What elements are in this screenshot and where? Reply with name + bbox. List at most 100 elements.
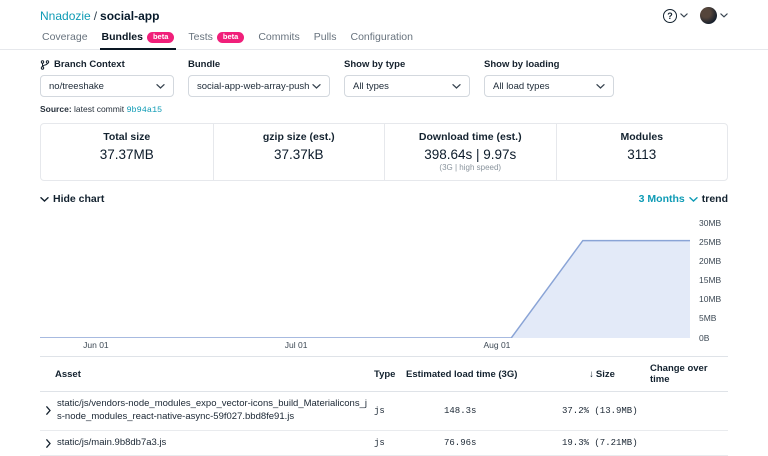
- table-header-row: Asset Type Estimated load time (3G) ↓ Si…: [40, 356, 728, 392]
- column-header-size[interactable]: ↓ Size: [554, 369, 650, 380]
- tab-label: Commits: [258, 31, 299, 43]
- hide-chart-toggle[interactable]: Hide chart: [40, 193, 104, 205]
- size-header-label: Size: [596, 369, 615, 380]
- expand-row-icon[interactable]: [46, 406, 51, 415]
- summary-total-size: Total size 37.37MB: [41, 124, 213, 180]
- summary-value: 37.37MB: [47, 147, 207, 162]
- breadcrumb-owner-link[interactable]: Nnadozie: [40, 9, 91, 23]
- summary-label: Download time (est.): [391, 131, 550, 143]
- bundle-group: Bundle social-app-web-array-push: [188, 59, 330, 97]
- show-by-type-label: Show by type: [344, 59, 470, 70]
- tab-tests[interactable]: Tests beta: [186, 29, 246, 50]
- breadcrumb-separator: /: [94, 9, 97, 23]
- user-menu-button[interactable]: [700, 7, 728, 24]
- size-cell: 37.2% (13.9MB): [554, 406, 650, 416]
- show-by-loading-group: Show by loading All load types: [484, 59, 614, 97]
- y-axis-tick-label: 10MB: [699, 295, 721, 304]
- tab-pulls[interactable]: Pulls: [312, 29, 339, 50]
- column-header-type[interactable]: Type: [370, 369, 406, 380]
- type-select-value: All types: [353, 81, 389, 92]
- chevron-down-icon: [312, 84, 321, 89]
- expand-row-icon[interactable]: [46, 439, 51, 448]
- asset-name: static/js/vendors-node_modules_expo_vect…: [57, 398, 370, 424]
- sort-desc-icon: ↓: [589, 369, 594, 380]
- tab-label: Bundles: [102, 31, 143, 43]
- bundle-select[interactable]: social-app-web-array-push: [188, 75, 330, 97]
- beta-badge: beta: [217, 32, 244, 43]
- type-cell: js: [370, 406, 406, 416]
- tab-coverage[interactable]: Coverage: [40, 29, 90, 50]
- chevron-down-icon: [596, 84, 605, 89]
- type-select[interactable]: All types: [344, 75, 470, 97]
- table-row: static/js/vendors-node_modules_expo_vect…: [40, 392, 728, 431]
- size-cell: 19.3% (7.21MB): [554, 438, 650, 448]
- summary-label: Modules: [563, 131, 722, 143]
- bundle-select-value: social-app-web-array-push: [197, 81, 309, 92]
- y-axis-tick-label: 30MB: [699, 219, 721, 228]
- branch-context-group: Branch Context no/treeshake: [40, 59, 174, 97]
- show-by-loading-label: Show by loading: [484, 59, 614, 70]
- chevron-down-icon: [680, 13, 688, 18]
- bundle-label: Bundle: [188, 59, 330, 70]
- y-axis: 0B5MB10MB15MB20MB25MB30MB: [690, 223, 728, 338]
- summary-value: 37.37kB: [220, 147, 379, 162]
- summary-gzip-size: gzip size (est.) 37.37kB: [213, 124, 385, 180]
- column-header-asset[interactable]: Asset: [40, 369, 370, 380]
- assets-table: Asset Type Estimated load time (3G) ↓ Si…: [40, 356, 728, 456]
- x-axis-tick-label: Jul 01: [285, 340, 308, 350]
- header-actions: ?: [663, 7, 728, 24]
- summary-panel: Total size 37.37MB gzip size (est.) 37.3…: [40, 123, 728, 181]
- y-axis-tick-label: 25MB: [699, 238, 721, 247]
- y-axis-tick-label: 15MB: [699, 276, 721, 285]
- summary-value: 398.64s | 9.97s: [391, 147, 550, 162]
- tab-configuration[interactable]: Configuration: [349, 29, 415, 50]
- chart-controls: Hide chart 3 Months trend: [40, 193, 728, 205]
- asset-name: static/js/main.9b8db7a3.js: [57, 437, 166, 450]
- tab-commits[interactable]: Commits: [256, 29, 301, 50]
- trend-chart-plot: [40, 223, 690, 338]
- summary-download-time: Download time (est.) 398.64s | 9.97s (3G…: [384, 124, 556, 180]
- avatar: [700, 7, 717, 24]
- tab-label: Configuration: [351, 31, 413, 43]
- trend-range-label: trend: [702, 193, 728, 205]
- x-axis-tick-label: Aug 01: [483, 340, 510, 350]
- loading-select[interactable]: All load types: [484, 75, 614, 97]
- filter-bar: Branch Context no/treeshake Bundle socia…: [40, 59, 728, 97]
- chevron-down-icon: [156, 84, 165, 89]
- tab-label: Tests: [188, 31, 213, 43]
- source-text: latest commit: [72, 104, 127, 114]
- y-axis-tick-label: 5MB: [699, 314, 716, 323]
- summary-subcaption: (3G | high speed): [391, 163, 550, 172]
- tab-label: Pulls: [314, 31, 337, 43]
- loading-select-value: All load types: [493, 81, 550, 92]
- asset-cell: static/js/main.9b8db7a3.js: [40, 437, 370, 450]
- trend-range-value: 3 Months: [639, 193, 685, 205]
- column-header-load-time[interactable]: Estimated load time (3G): [406, 369, 554, 380]
- branch-select[interactable]: no/treeshake: [40, 75, 174, 97]
- source-line: Source: latest commit 9b94a15: [40, 104, 728, 115]
- show-by-type-group: Show by type All types: [344, 59, 470, 97]
- chevron-down-icon: [689, 197, 698, 202]
- table-row: static/js/main.9b8db7a3.js js 76.96s 19.…: [40, 431, 728, 456]
- repo-tabs: Coverage Bundlesbeta Tests beta Commits P…: [0, 29, 768, 50]
- help-menu-button[interactable]: ?: [663, 9, 688, 23]
- branch-icon: [40, 60, 50, 70]
- summary-label: gzip size (est.): [220, 131, 379, 143]
- commit-sha-link[interactable]: 9b94a15: [126, 105, 162, 115]
- y-axis-tick-label: 0B: [699, 334, 709, 343]
- summary-modules: Modules 3113: [556, 124, 728, 180]
- x-axis: Jun 01Jul 01Aug 01: [40, 340, 690, 354]
- breadcrumb-repo: social-app: [100, 9, 159, 23]
- trend-chart: 0B5MB10MB15MB20MB25MB30MB: [40, 223, 728, 338]
- top-header: Nnadozie/social-app ?: [0, 0, 768, 29]
- summary-label: Total size: [47, 131, 207, 143]
- chevron-down-icon: [720, 13, 728, 18]
- branch-select-value: no/treeshake: [49, 81, 104, 92]
- column-header-change[interactable]: Change over time: [650, 363, 728, 385]
- type-cell: js: [370, 438, 406, 448]
- trend-range-selector[interactable]: 3 Months trend: [639, 193, 728, 205]
- source-prefix: Source:: [40, 104, 72, 114]
- load-time-cell: 76.96s: [406, 438, 554, 448]
- y-axis-tick-label: 20MB: [699, 257, 721, 266]
- tab-bundles[interactable]: Bundlesbeta: [100, 29, 177, 50]
